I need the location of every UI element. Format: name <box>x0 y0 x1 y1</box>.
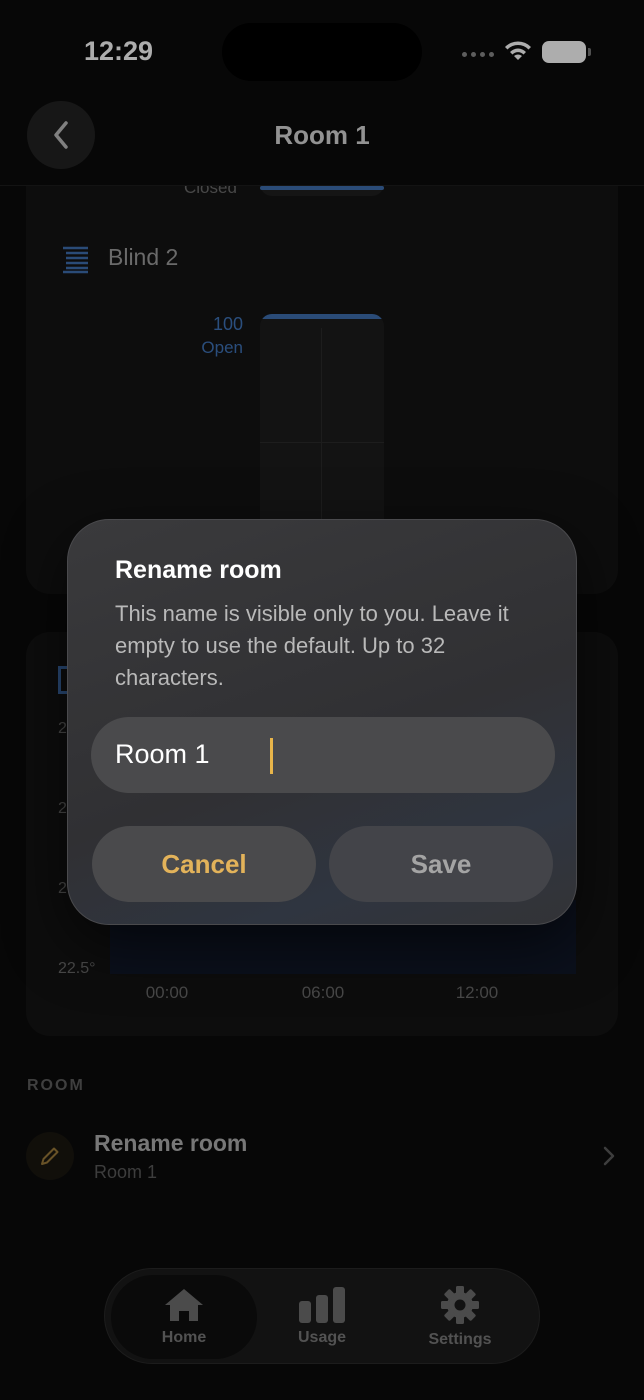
cancel-button[interactable]: Cancel <box>92 826 316 902</box>
save-button[interactable]: Save <box>329 826 553 902</box>
text-caret <box>270 738 273 774</box>
rename-room-dialog: Rename room This name is visible only to… <box>67 519 577 925</box>
screen: 12:29 Room 1 Closed Blind 2 100 Open 2 2… <box>0 0 644 1400</box>
room-name-input-value: Room 1 <box>115 739 210 769</box>
dialog-title: Rename room <box>115 556 282 584</box>
dialog-message: This name is visible only to you. Leave … <box>115 601 509 690</box>
